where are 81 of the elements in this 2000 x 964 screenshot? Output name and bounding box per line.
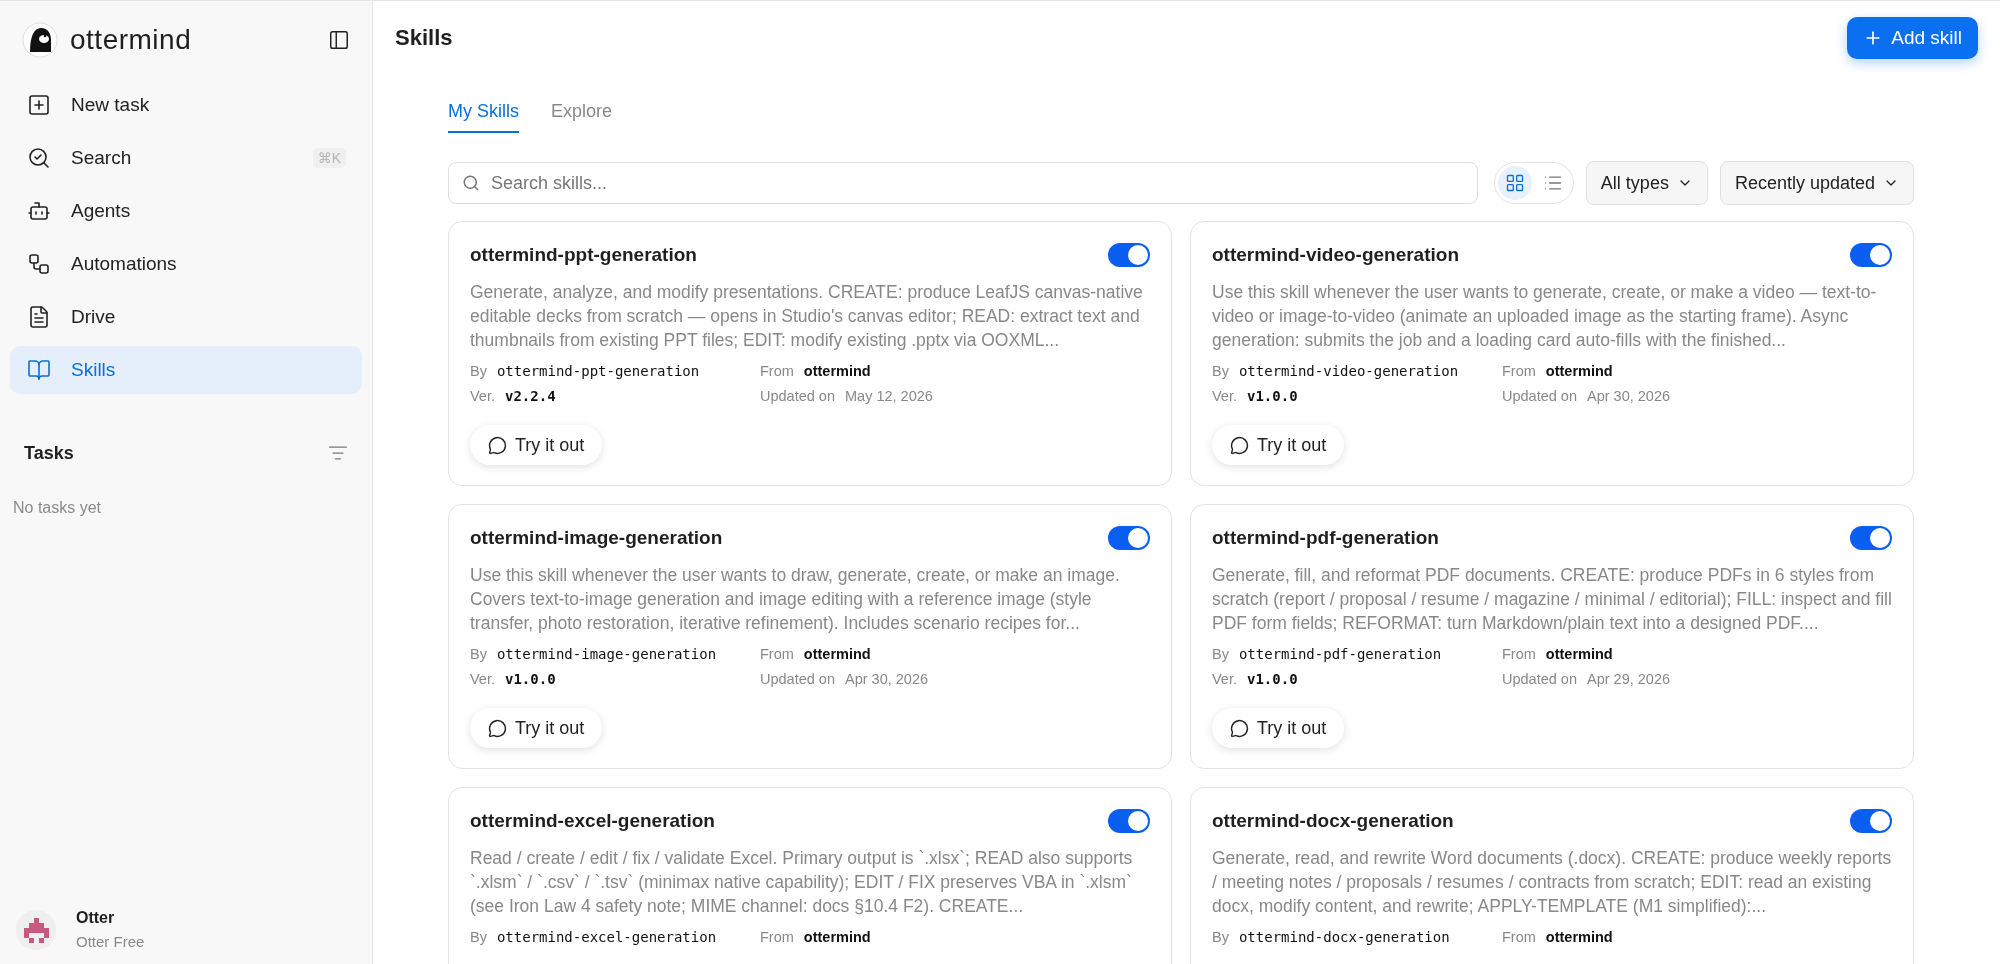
tab[interactable]: My Skills [448,101,519,133]
author-value: ottermind-video-generation [1238,363,1459,379]
try-it-out-button[interactable]: Try it out [1212,425,1345,465]
user-plan: Otter Free [76,933,145,950]
author-value: ottermind-excel-generation [496,929,717,945]
version-value: v1.0.0 [505,671,556,687]
skill-description: Generate, read, and rewrite Word documents (.docx). CREATE: produce weekly reports / meeting notes / proposals / resumes / contracts from scratch; EDIT: read an existing docx, modify content, and rewrite; APPLY-TEMPLATE (M1 simplified):... [1212,847,1892,917]
skill-description: Use this skill whenever the user wants to generate, create, or make a video — text-to-video or image-to-video (animate an uploaded image as the starting frame). Async generation: submits the job and a loading card auto-fills with the finished... [1212,281,1878,351]
nav-item[interactable]: Automations [10,240,362,288]
author-value: ottermind-ppt-generation [496,363,700,379]
meta-label: From [760,363,794,379]
date-value: Apr 30, 2026 [1587,388,1671,404]
meta-label: By [1212,929,1229,945]
shortcut-hint: ⌘K [312,148,346,168]
version-value: v1.0.0 [1247,388,1298,404]
nav-item[interactable]: New task [10,81,362,129]
skill-title: ottermind-pdf-generation [1212,527,1439,549]
filter-dropdown[interactable]: All types [1585,161,1708,205]
source-value: ottermind [803,363,871,379]
nav-item[interactable]: Drive [10,293,362,341]
meta-label: From [1502,363,1536,379]
meta-label: Updated on [1502,671,1577,687]
nav-item[interactable]: Skills [10,346,362,394]
nav-label: Agents [71,200,132,222]
meta-label: From [1502,646,1536,662]
nav-label: Search [71,147,133,169]
skill-title: ottermind-video-generation [1212,244,1459,266]
meta-label: Updated on [760,388,835,404]
brand-name: ottermind [70,24,193,56]
skill-title: ottermind-image-generation [470,527,723,549]
meta-label: By [470,646,487,662]
skill-description: Generate, fill, and reformat PDF documents. CREATE: produce PDFs in 6 styles from scratch (report / proposal / resume / magazine / minimal / editorial); FILL: inspect and fill PDF form fields; REFORMAT: turn Markdown/plain text into a designed PDF.... [1212,564,1892,634]
empty-message: No tasks yet [12,499,103,517]
section-title: Tasks [24,442,74,464]
skill-description: Generate, analyze, and modify presentations. CREATE: produce LeafJS canvas-native editable decks from scratch — opens in Studio's canvas editor; READ: extract text and thumbnails from existing PPT files; EDIT: modify existing .pptx via OOXML... [470,281,1144,351]
version-value: v2.2.4 [505,388,556,404]
meta-label: Ver. [1212,671,1237,687]
meta-label: By [1212,646,1229,662]
meta-label: Ver. [1212,388,1237,404]
search-field[interactable]: Search skills... [448,162,1478,204]
filter-dropdown[interactable]: Recently updated [1719,161,1914,205]
author-value: ottermind-docx-generation [1238,929,1450,945]
skill-title: ottermind-ppt-generation [470,244,697,266]
source-value: ottermind [803,646,871,662]
meta-label: From [760,646,794,662]
date-value: Apr 30, 2026 [845,671,929,687]
nav-item[interactable]: Agents [10,187,362,235]
add-skill-button[interactable]: Add skill [1847,17,1978,59]
nav-item[interactable]: Search ⌘K [10,134,362,182]
meta-label: From [1502,929,1536,945]
meta-label: By [470,363,487,379]
meta-label: Updated on [1502,388,1577,404]
author-value: ottermind-image-generation [496,646,717,662]
page-title: Skills [395,25,453,51]
source-value: ottermind [1545,363,1613,379]
tab[interactable]: Explore [551,101,613,133]
skill-description: Read / create / edit / fix / validate Excel. Primary output is `.xlsx`; READ also supports `.xlsm` / `.csv` / `.tsv` (minimax native capability); EDIT / FIX preserves VBA in `.xlsm` (see Iron Law 4 safety note; MIME channel: docs §10.4 F2). CREATE... [470,847,1134,917]
date-value: May 12, 2026 [845,388,933,404]
version-value: v1.0.0 [1247,671,1298,687]
skill-title: ottermind-excel-generation [470,810,715,832]
meta-label: By [470,929,487,945]
user-name: Otter [76,909,116,927]
try-it-out-button[interactable]: Try it out [1212,708,1345,748]
nav-label: Skills [71,359,117,381]
author-value: ottermind-pdf-generation [1238,646,1442,662]
source-value: ottermind [1545,646,1613,662]
date-value: Apr 29, 2026 [1587,671,1671,687]
source-value: ottermind [1545,929,1613,945]
try-it-out-button[interactable]: Try it out [470,425,603,465]
try-it-out-button[interactable]: Try it out [470,708,603,748]
meta-label: Ver. [470,388,495,404]
meta-label: Updated on [760,671,835,687]
skill-description: Use this skill whenever the user wants to draw, generate, create, or make an image. Covers text-to-image generation and image editing with a reference image (style transfer, photo restoration, iterative refinement). Includes scenario recipes for... [470,564,1121,634]
meta-label: From [760,929,794,945]
nav-label: New task [71,94,151,116]
source-value: ottermind [803,929,871,945]
nav-label: Drive [71,306,117,328]
skill-title: ottermind-docx-generation [1212,810,1454,832]
meta-label: Ver. [470,671,495,687]
meta-label: By [1212,363,1229,379]
nav-label: Automations [71,253,178,275]
